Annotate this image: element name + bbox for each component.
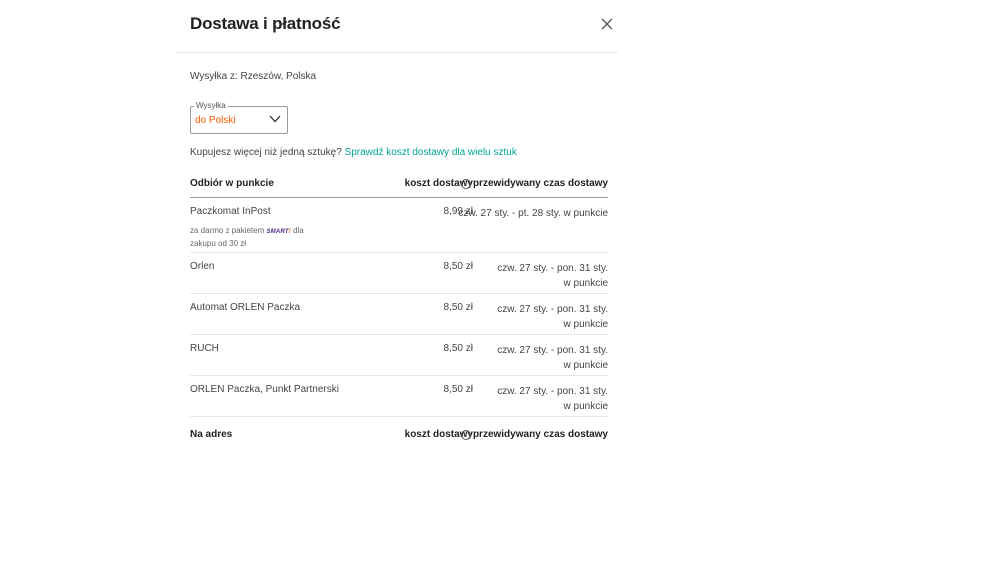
option-name: ORLEN Paczka, Punkt Partnerski	[190, 384, 339, 395]
note-after: dla	[293, 226, 304, 235]
smart-logo: SMART!	[266, 229, 291, 235]
option-time-line2: w punkcie	[563, 360, 608, 371]
option-time-line1: czw. 27 sty. - pon. 31 sty.	[497, 263, 608, 274]
option-time: czw. 27 sty. - pon. 31 sty. w punkcie	[497, 302, 608, 332]
option-name: Automat ORLEN Paczka	[190, 302, 301, 313]
option-name: Paczkomat InPost	[190, 206, 271, 217]
delivery-option-row[interactable]: ORLEN Paczka, Punkt Partnerski 8,50 zł c…	[190, 376, 608, 417]
option-price: 8,50 zł	[443, 261, 473, 272]
address-header-time: i przewidywany czas dostawy	[460, 429, 608, 440]
chevron-down-icon	[269, 115, 281, 123]
option-price: 8,50 zł	[443, 343, 473, 354]
pickup-header-name: Odbiór w punkcie	[190, 178, 274, 189]
option-name: RUCH	[190, 343, 219, 354]
delivery-modal: Dostawa i płatność Wysyłka z: Rzeszów, P…	[176, 0, 618, 563]
select-legend: Wysyłka	[194, 100, 228, 112]
option-time-line2: w punkcie	[563, 278, 608, 289]
pickup-header-time: i przewidywany czas dostawy	[460, 178, 608, 189]
option-time: czw. 27 sty. - pon. 31 sty. w punkcie	[497, 261, 608, 291]
option-time-line1: czw. 27 sty. - pt. 28 sty. w punkcie	[458, 208, 608, 219]
option-time: czw. 27 sty. - pon. 31 sty. w punkcie	[497, 343, 608, 373]
delivery-option-row[interactable]: RUCH 8,50 zł czw. 27 sty. - pon. 31 sty.…	[190, 335, 608, 376]
pickup-header-time-label: przewidywany czas dostawy	[472, 178, 608, 189]
delivery-option-row[interactable]: Paczkomat InPost 8,99 zł czw. 27 sty. - …	[190, 198, 608, 253]
ship-from-text: Wysyłka z: Rzeszów, Polska	[190, 71, 317, 82]
modal-title: Dostawa i płatność	[190, 14, 341, 33]
multi-item-question: Kupujesz więcej niż jedną sztukę?	[190, 147, 342, 158]
option-price: 8,50 zł	[443, 302, 473, 313]
smart-promo-note: za darmo z pakietem SMART! dla zakupu od…	[190, 225, 304, 249]
option-time-line2: w punkcie	[563, 401, 608, 412]
option-time: czw. 27 sty. - pon. 31 sty. w punkcie	[497, 384, 608, 414]
option-price: 8,50 zł	[443, 384, 473, 395]
info-icon[interactable]: i	[460, 429, 471, 440]
pickup-table-header: Odbiór w punkcie koszt dostawy i przewid…	[190, 174, 608, 196]
address-header-name: Na adres	[190, 429, 233, 440]
option-time-line2: w punkcie	[563, 319, 608, 330]
select-value: do Polski	[195, 115, 236, 126]
modal-header: Dostawa i płatność	[176, 0, 618, 53]
delivery-option-row[interactable]: Automat ORLEN Paczka 8,50 zł czw. 27 sty…	[190, 294, 608, 335]
option-time-line1: czw. 27 sty. - pon. 31 sty.	[497, 345, 608, 356]
multi-item-prompt: Kupujesz więcej niż jedną sztukę? Sprawd…	[190, 147, 517, 158]
close-button[interactable]	[600, 17, 614, 31]
address-table-header: Na adres koszt dostawy i przewidywany cz…	[190, 425, 608, 447]
page: Dostawa i płatność Wysyłka z: Rzeszów, P…	[0, 0, 999, 563]
option-time-line1: czw. 27 sty. - pon. 31 sty.	[497, 386, 608, 397]
option-name: Orlen	[190, 261, 215, 272]
shipping-destination-select[interactable]: Wysyłka do Polski	[190, 100, 288, 134]
note-line2: zakupu od 30 zł	[190, 239, 247, 248]
option-time-line1: czw. 27 sty. - pon. 31 sty.	[497, 304, 608, 315]
address-header-time-label: przewidywany czas dostawy	[472, 429, 608, 440]
note-before: za darmo z pakietem	[190, 226, 265, 235]
multi-item-cost-link[interactable]: Sprawdź koszt dostawy dla wielu sztuk	[345, 147, 517, 158]
delivery-option-row[interactable]: Orlen 8,50 zł czw. 27 sty. - pon. 31 sty…	[190, 253, 608, 294]
info-icon[interactable]: i	[460, 178, 471, 189]
close-icon	[601, 18, 613, 30]
option-time: czw. 27 sty. - pt. 28 sty. w punkcie	[458, 206, 608, 221]
